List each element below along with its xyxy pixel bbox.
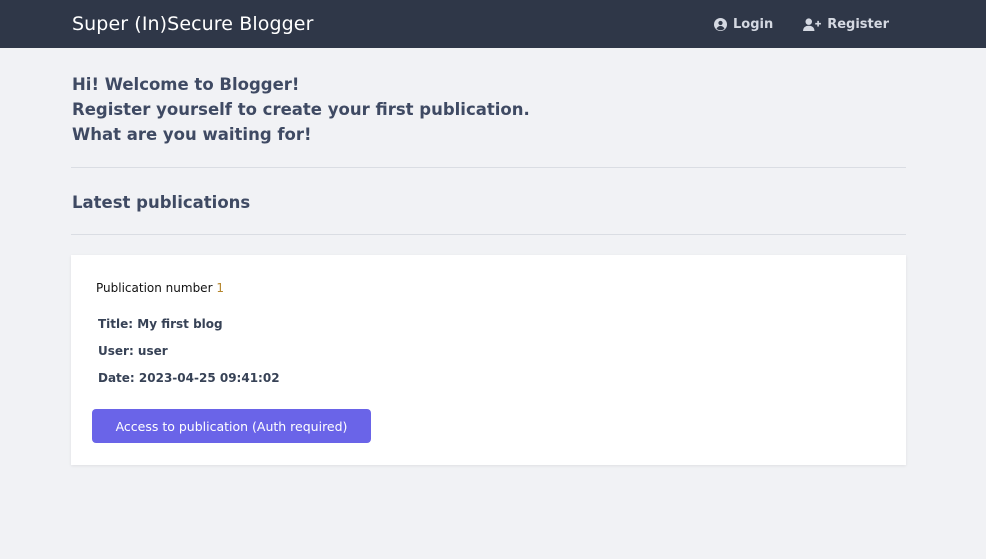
- publication-user: User: user: [98, 344, 168, 358]
- publication-card: Publication number 1 Title: My first blo…: [71, 255, 906, 465]
- welcome-line-1: Hi! Welcome to Blogger!: [72, 75, 300, 94]
- navbar: Super (In)Secure Blogger Login Register: [0, 0, 986, 48]
- register-label: Register: [827, 16, 889, 32]
- divider: [71, 234, 906, 235]
- nav-links: Login Register: [713, 0, 889, 48]
- login-link[interactable]: Login: [713, 16, 774, 32]
- divider: [71, 167, 906, 168]
- welcome-line-3: What are you waiting for!: [72, 125, 312, 144]
- publication-number-value: 1: [216, 281, 224, 295]
- welcome-message: Hi! Welcome to Blogger! Register yoursel…: [72, 72, 906, 147]
- welcome-line-2: Register yourself to create your first p…: [72, 100, 530, 119]
- login-label: Login: [732, 16, 774, 32]
- brand-title[interactable]: Super (In)Secure Blogger: [72, 11, 314, 37]
- publication-date: Date: 2023-04-25 09:41:02: [98, 371, 280, 385]
- publication-number: Publication number 1: [96, 281, 224, 295]
- user-circle-icon: [713, 17, 727, 31]
- main-content: Hi! Welcome to Blogger! Register yoursel…: [71, 48, 906, 465]
- register-link[interactable]: Register: [803, 17, 889, 32]
- publication-number-label: Publication number: [96, 281, 213, 295]
- user-plus-icon: [803, 17, 822, 31]
- access-publication-button[interactable]: Access to publication (Auth required): [92, 409, 371, 443]
- latest-publications-heading: Latest publications: [72, 193, 251, 212]
- publication-title: Title: My first blog: [98, 317, 223, 331]
